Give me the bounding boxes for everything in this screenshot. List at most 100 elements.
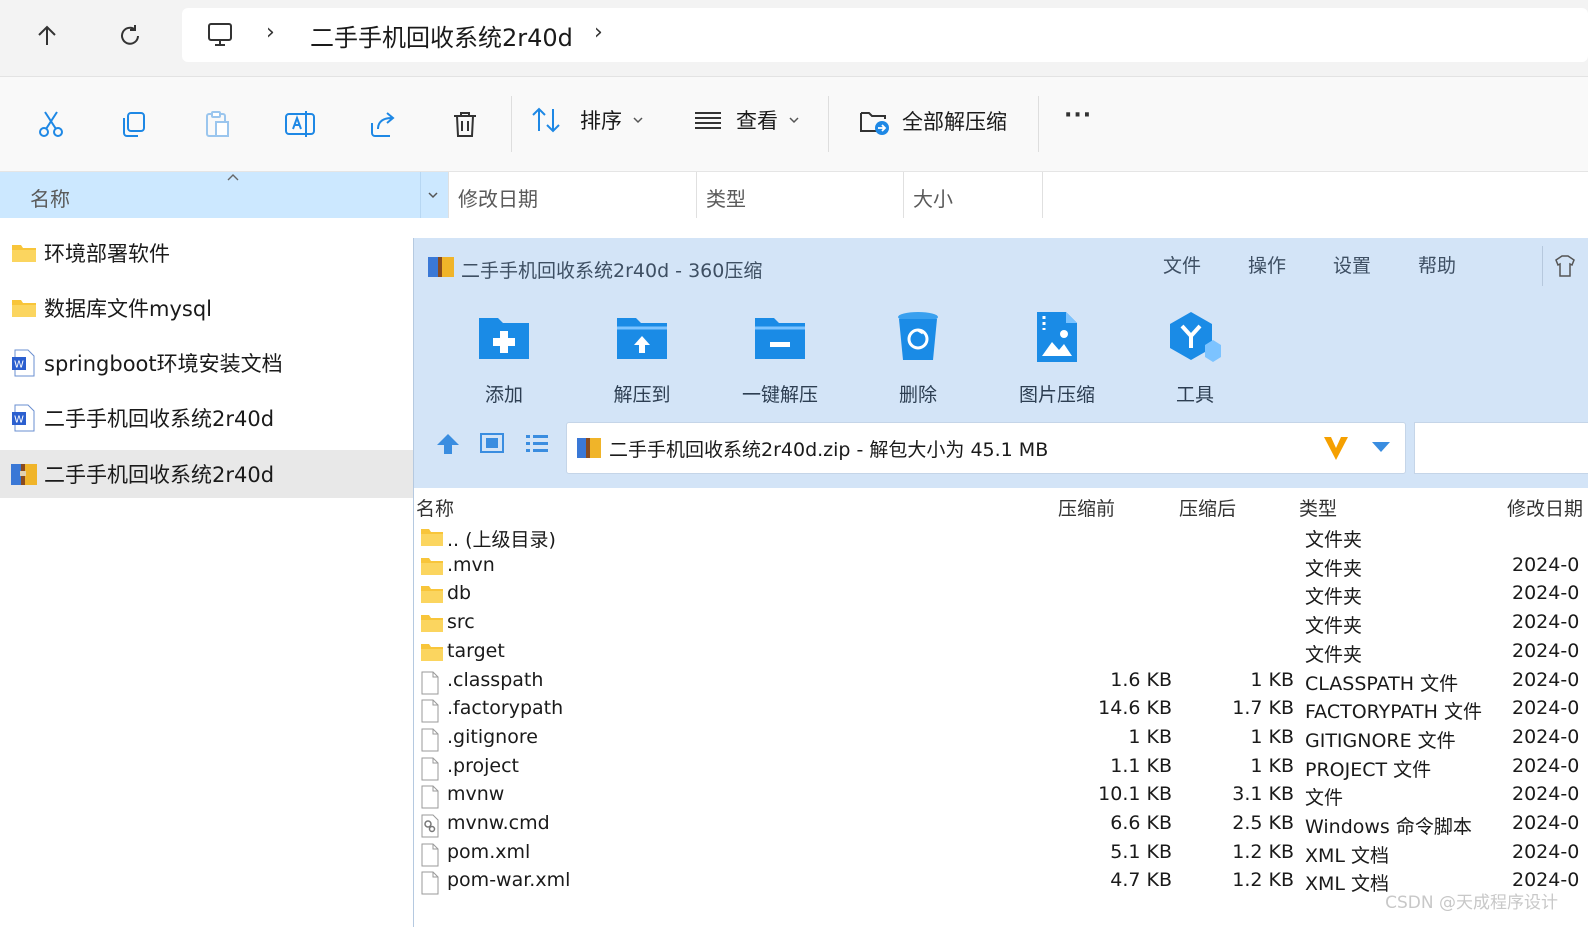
- image-compress-button[interactable]: 图片压缩: [1002, 308, 1112, 407]
- menu-file[interactable]: 文件: [1163, 251, 1201, 278]
- skin-icon[interactable]: [1552, 254, 1578, 278]
- zip-ribbon: 添加 解压到 一键解压 删除 图片压缩 工具: [414, 298, 1588, 418]
- zip-row-name: .gitignore: [447, 725, 538, 748]
- sort-ascending-icon: [227, 174, 239, 181]
- zip-list-row[interactable]: db 文件夹 2024-0: [414, 581, 1588, 610]
- up-button[interactable]: [25, 14, 69, 58]
- folder-icon: [420, 556, 444, 581]
- zip-search-input[interactable]: [1414, 422, 1588, 474]
- folder-icon: [420, 584, 444, 609]
- file-row-selected[interactable]: 二手手机回收系统2r40d: [0, 450, 413, 498]
- zip-row-date: 2024-0: [1512, 611, 1580, 634]
- recycle-bin-icon: [889, 308, 947, 366]
- file-icon: [420, 843, 440, 872]
- column-type-header[interactable]: 类型: [706, 183, 746, 212]
- delete-archive-label: 删除: [898, 384, 937, 406]
- v-logo-icon[interactable]: [1322, 434, 1350, 462]
- zip-list-row[interactable]: pom.xml 5.1 KB 1.2 KB XML 文档 2024-0: [414, 840, 1588, 869]
- zip-row-date: 2024-0: [1512, 582, 1580, 605]
- zip-row-type: 文件夹: [1305, 615, 1363, 638]
- zip-list-row[interactable]: .gitignore 1 KB 1 KB GITIGNORE 文件 2024-0: [414, 725, 1588, 754]
- extract-all-label: 全部解压缩: [902, 110, 1007, 134]
- address-bar-area: › › 二手手机回收系统2r40d: [0, 0, 1588, 77]
- folder-icon: [420, 613, 444, 638]
- file-name: 二手手机回收系统2r40d: [44, 463, 275, 487]
- file-icon: [420, 671, 440, 700]
- zip-list-row[interactable]: .factorypath 14.6 KB 1.7 KB FACTORYPATH 文件 2…: [414, 696, 1588, 725]
- quick-extract-label: 一键解压: [741, 384, 818, 406]
- zip-list-row[interactable]: mvnw.cmd 6.6 KB 2.5 KB Windows 命令脚本 2024-0: [414, 811, 1588, 840]
- zip-row-name: target: [447, 639, 505, 662]
- command-bar: 排序 查看 全部解压缩 ···: [0, 77, 1588, 172]
- zip-list-row[interactable]: .. (上级目录) 文件夹: [414, 524, 1588, 553]
- share-button[interactable]: [355, 96, 411, 152]
- file-name: 环境部署软件: [44, 242, 170, 266]
- menu-help[interactable]: 帮助: [1418, 251, 1456, 278]
- quick-extract-button[interactable]: 一键解压: [725, 308, 835, 407]
- zip-list-header: 名称 压缩前 压缩后 类型 修改日期: [414, 488, 1588, 522]
- breadcrumb-title[interactable]: 二手手机回收系统2r40d: [310, 18, 573, 53]
- refresh-button[interactable]: [108, 14, 152, 58]
- word-doc-icon: W: [10, 404, 38, 432]
- arrow-up-icon: [38, 25, 56, 45]
- more-options-button[interactable]: ···: [1064, 103, 1092, 128]
- paste-button[interactable]: [189, 96, 245, 152]
- zip-row-type: 文件: [1305, 787, 1344, 810]
- column-divider: [1042, 172, 1043, 218]
- zip-col-name[interactable]: 名称: [416, 494, 454, 521]
- delete-archive-button[interactable]: 删除: [863, 308, 973, 407]
- zip-col-before[interactable]: 压缩前: [1058, 494, 1115, 521]
- zip-titlebar: 二手手机回收系统2r40d - 360压缩 文件 操作 设置 帮助: [414, 238, 1588, 298]
- zip-list-row[interactable]: mvnw 10.1 KB 3.1 KB 文件 2024-0: [414, 782, 1588, 811]
- column-divider: [696, 172, 697, 218]
- cut-button[interactable]: [23, 96, 79, 152]
- zip-row-name: .mvn: [447, 553, 495, 576]
- rename-button[interactable]: [272, 96, 328, 152]
- zip-window-title: 二手手机回收系统2r40d - 360压缩: [461, 260, 763, 282]
- file-row[interactable]: 环境部署软件: [0, 229, 413, 277]
- zip-row-date: 2024-0: [1512, 840, 1580, 863]
- zip-col-type[interactable]: 类型: [1299, 494, 1337, 521]
- sort-menu-button[interactable]: 排序: [530, 105, 644, 135]
- zip-row-date: 2024-0: [1512, 783, 1580, 806]
- file-row[interactable]: W springboot环境安装文档: [0, 339, 413, 387]
- thumbnail-view-icon[interactable]: [480, 433, 504, 453]
- delete-button[interactable]: [437, 96, 493, 152]
- zip-col-after[interactable]: 压缩后: [1179, 494, 1236, 521]
- zip-list-row[interactable]: .project 1.1 KB 1 KB PROJECT 文件 2024-0: [414, 754, 1588, 783]
- file-row[interactable]: W 二手手机回收系统2r40d: [0, 394, 413, 442]
- chevron-down-icon: [428, 192, 438, 199]
- zip-list-row[interactable]: .mvn 文件夹 2024-0: [414, 553, 1588, 582]
- zip-list-row[interactable]: .classpath 1.6 KB 1 KB CLASSPATH 文件 2024-0: [414, 668, 1588, 697]
- extract-to-button[interactable]: 解压到: [587, 308, 697, 407]
- list-view-icon[interactable]: [525, 433, 549, 453]
- extract-to-label: 解压到: [613, 384, 671, 406]
- add-button[interactable]: 添加: [449, 308, 559, 407]
- copy-button[interactable]: [106, 96, 162, 152]
- zip-col-date[interactable]: 修改日期: [1507, 494, 1583, 521]
- refresh-icon: [121, 25, 139, 45]
- dropdown-arrow-icon[interactable]: [1371, 440, 1391, 454]
- tools-button[interactable]: 工具: [1140, 308, 1250, 407]
- view-menu-button[interactable]: 查看: [692, 105, 800, 135]
- column-modified-header[interactable]: 修改日期: [458, 183, 538, 212]
- file-row[interactable]: 数据库文件mysql: [0, 284, 413, 332]
- clipboard-icon: [206, 111, 229, 137]
- menu-settings[interactable]: 设置: [1333, 251, 1371, 278]
- file-icon: [420, 785, 440, 814]
- zip-path-box[interactable]: 二手手机回收系统2r40d.zip - 解包大小为 45.1 MB: [566, 422, 1406, 474]
- zip-row-name: pom-war.xml: [447, 869, 571, 892]
- column-size-header[interactable]: 大小: [913, 183, 953, 212]
- zip-file-list: .. (上级目录) 文件夹 .mvn 文件夹 2024-0 db 文件夹 2024-0 src 文…: [414, 524, 1588, 927]
- zip-row-date: 2024-0: [1512, 812, 1580, 834]
- extract-all-button[interactable]: 全部解压缩: [858, 105, 1007, 137]
- breadcrumb-separator-trailing[interactable]: ›: [594, 20, 603, 45]
- menu-operate[interactable]: 操作: [1248, 251, 1286, 278]
- zip-list-row[interactable]: src 文件夹 2024-0: [414, 610, 1588, 639]
- zip-archive-icon: [577, 438, 601, 458]
- zip-window: 二手手机回收系统2r40d - 360压缩 文件 操作 设置 帮助 添加 解压到…: [413, 238, 1588, 927]
- column-name-header[interactable]: 名称: [0, 172, 448, 218]
- zip-list-row[interactable]: target 文件夹 2024-0: [414, 639, 1588, 668]
- image-compress-label: 图片压缩: [1018, 384, 1095, 406]
- up-level-arrow-icon[interactable]: [436, 433, 460, 455]
